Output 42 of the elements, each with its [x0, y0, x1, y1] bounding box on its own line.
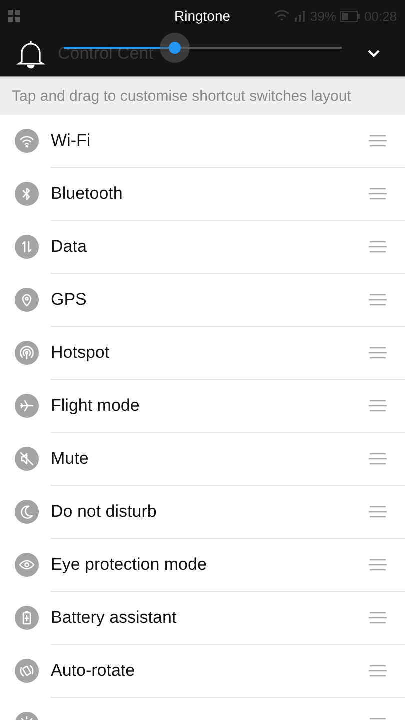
bluetooth-icon [15, 182, 39, 206]
moon-icon [15, 500, 39, 524]
switch-label: Bluetooth [51, 184, 123, 204]
switch-label: Flight mode [51, 396, 140, 416]
location-pin-icon [15, 288, 39, 312]
rotate-icon [15, 659, 39, 683]
wifi-icon [15, 129, 39, 153]
drag-handle-icon[interactable] [369, 135, 387, 147]
battery-icon [15, 606, 39, 630]
hint-text: Tap and drag to customise shortcut switches layout [0, 76, 405, 115]
arrows-icon [15, 235, 39, 259]
switch-label: Mute [51, 449, 89, 469]
switch-label: GPS [51, 290, 87, 310]
airplane-icon [15, 394, 39, 418]
switch-label: Battery assistant [51, 608, 177, 628]
drag-handle-icon[interactable] [369, 453, 387, 465]
drag-handle-icon[interactable] [369, 294, 387, 306]
wifi-icon [274, 10, 290, 22]
drag-handle-icon[interactable] [369, 241, 387, 253]
drag-handle-icon[interactable] [369, 612, 387, 624]
chevron-down-icon[interactable] [367, 49, 381, 59]
hotspot-icon [15, 341, 39, 365]
drag-handle-icon[interactable] [369, 188, 387, 200]
eye-icon [15, 553, 39, 577]
drag-handle-icon[interactable] [369, 559, 387, 571]
battery-icon [340, 10, 360, 22]
switch-label: Hotspot [51, 343, 110, 363]
signal-icon [294, 10, 306, 22]
drag-handle-icon[interactable] [369, 400, 387, 412]
switch-label: Wi-Fi [51, 131, 91, 151]
switch-label: Do not disturb [51, 502, 157, 522]
drag-handle-icon[interactable] [369, 347, 387, 359]
app-icon [8, 10, 20, 22]
switch-label: Eye protection mode [51, 555, 207, 575]
drag-handle-icon[interactable] [369, 506, 387, 518]
volume-title: Ringtone [174, 8, 231, 24]
drag-handle-icon[interactable] [369, 665, 387, 677]
slider-thumb[interactable] [160, 33, 190, 63]
bell-icon[interactable] [16, 38, 46, 70]
switch-label: Data [51, 237, 87, 257]
switch-label: Auto-rotate [51, 661, 136, 681]
muted-speaker-icon [15, 447, 39, 471]
